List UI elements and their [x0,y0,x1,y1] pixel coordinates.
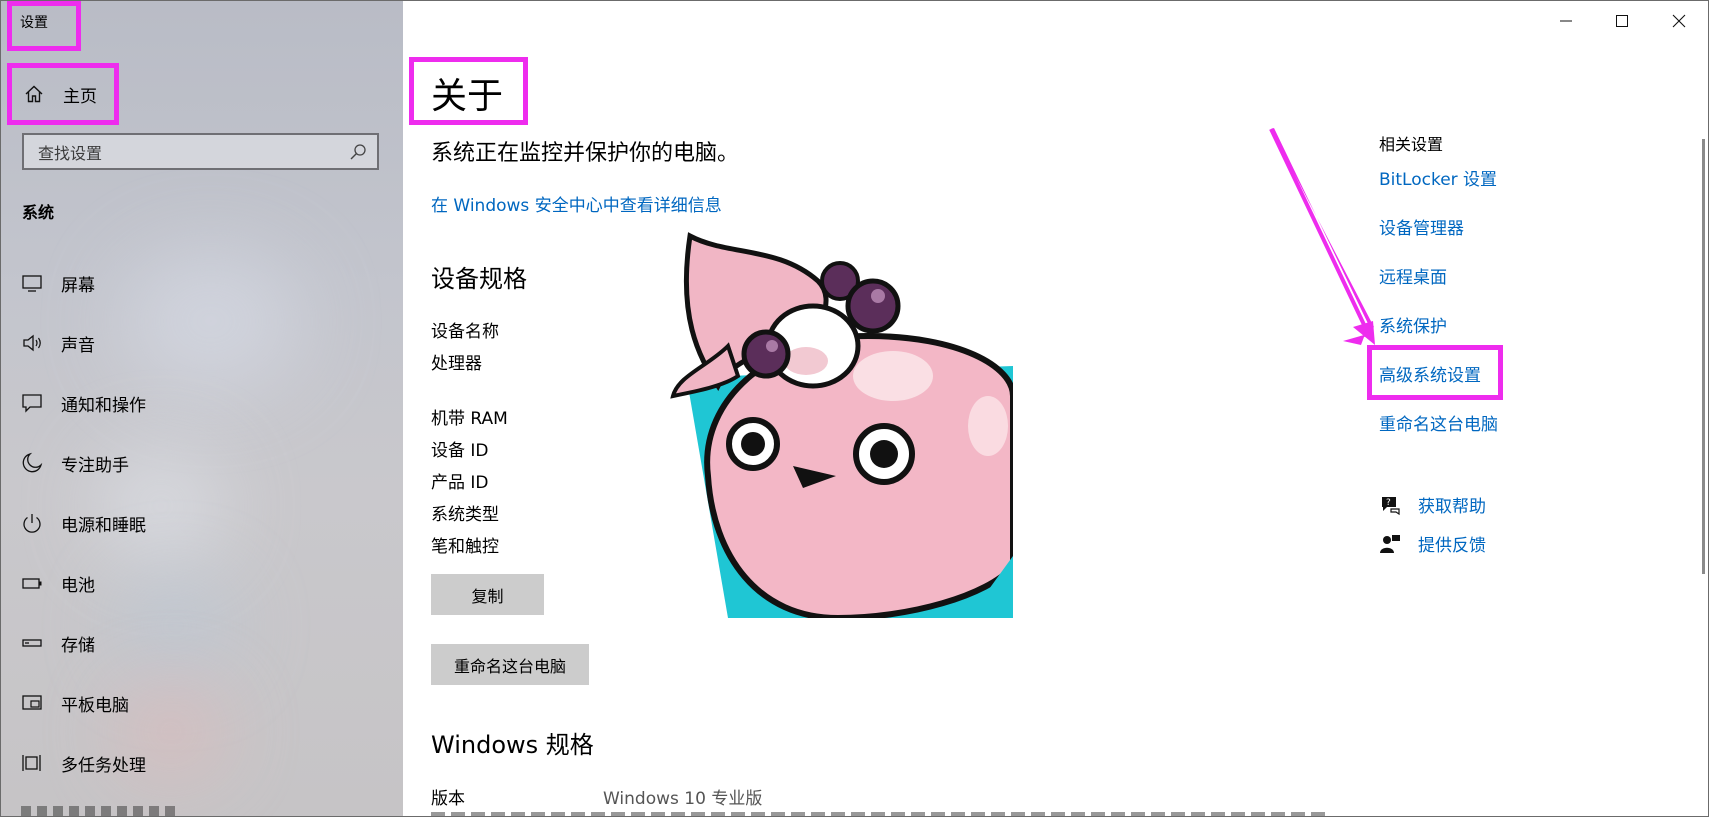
svg-text:?: ? [1386,498,1391,508]
sidebar-item-label: 电源和睡眠 [61,515,146,536]
sidebar-item-label: 存储 [61,635,95,656]
home-button[interactable]: 主页 [11,67,97,121]
rename-pc-button[interactable]: 重命名这台电脑 [431,644,589,685]
sidebar-item-multitasking[interactable]: 多任务处理 [1,738,403,788]
sidebar-item-label: 声音 [61,335,95,356]
sidebar-item-label: 通知和操作 [61,395,146,416]
home-icon [25,85,43,103]
section-title: 系统 [22,203,55,222]
sidebar-item-display[interactable]: 屏幕 [1,258,403,308]
sidebar-item-storage[interactable]: 存储 [1,618,403,668]
sidebar: 设置 主页 查找设置 系统 屏幕 声音 通知和操作 专注助手 电源和睡眠 电池 … [1,1,403,816]
advanced-system-settings-link[interactable]: 高级系统设置 [1379,361,1481,386]
multitask-icon [22,755,41,771]
main-panel: 关于 系统正在监控并保护你的电脑。 在 Windows 安全中心中查看详细信息 … [403,1,1708,816]
spec-label: 笔和触控 [431,537,499,557]
remote-desktop-link[interactable]: 远程桌面 [1379,263,1447,288]
minimize-icon [1560,20,1572,22]
page-title: 关于 [431,76,504,117]
maximize-icon [1616,15,1628,27]
give-feedback-link[interactable]: 提供反馈 [1379,531,1486,556]
maximize-button[interactable] [1599,9,1645,33]
device-manager-link[interactable]: 设备管理器 [1379,214,1464,239]
windows-specs-heading: Windows 规格 [431,731,594,759]
sidebar-item-label: 多任务处理 [61,755,146,776]
copy-button[interactable]: 复制 [431,574,544,615]
battery-icon [22,578,42,589]
sidebar-item-focus-assist[interactable]: 专注助手 [1,438,403,488]
get-help-label: 获取帮助 [1418,497,1486,517]
give-feedback-label: 提供反馈 [1418,536,1486,556]
search-icon[interactable] [349,143,367,161]
settings-window: 设置 主页 查找设置 系统 屏幕 声音 通知和操作 专注助手 电源和睡眠 电池 … [0,0,1709,817]
spec-label: 系统类型 [431,505,499,525]
rename-pc-link[interactable]: 重命名这台电脑 [1379,410,1498,435]
power-icon [23,514,41,533]
sidebar-item-power[interactable]: 电源和睡眠 [1,498,403,548]
spec-label: 设备 ID [431,441,489,461]
close-icon [1672,14,1686,28]
close-button[interactable] [1656,9,1702,33]
search-input[interactable]: 查找设置 [22,133,379,170]
storage-icon [22,639,42,647]
edition-label: 版本 [431,789,465,809]
sidebar-item-label: 平板电脑 [61,695,129,716]
sidebar-item-tablet[interactable]: 平板电脑 [1,678,403,728]
app-title: 设置 [20,15,48,31]
sidebar-item-battery[interactable]: 电池 [1,558,403,608]
related-settings-heading: 相关设置 [1379,135,1444,154]
sidebar-item-label: 屏幕 [61,275,95,296]
device-specs-heading: 设备规格 [431,265,527,293]
scrollbar[interactable] [1702,139,1705,574]
moon-icon [22,452,43,473]
get-help-link[interactable]: ? 获取帮助 [1379,492,1486,517]
search-placeholder: 查找设置 [38,143,103,163]
edition-value: Windows 10 专业版 [603,789,763,809]
feedback-icon [1380,534,1400,553]
spec-label: 机带 RAM [431,409,508,429]
spec-label: 设备名称 [431,322,499,342]
security-center-link[interactable]: 在 Windows 安全中心中查看详细信息 [431,191,722,216]
bitlocker-settings-link[interactable]: BitLocker 设置 [1379,165,1497,190]
monitor-icon [22,275,42,292]
spec-label: 产品 ID [431,473,489,493]
home-label: 主页 [63,86,97,107]
message-icon [22,394,42,413]
sidebar-item-label: 专注助手 [61,455,129,476]
sidebar-item-label: 电池 [61,575,95,596]
speaker-icon [23,334,41,352]
help-chat-icon: ? [1382,496,1400,515]
mascot-sticker-image [670,232,1013,618]
sidebar-item-sound[interactable]: 声音 [1,318,403,368]
tablet-icon [22,695,42,710]
minimize-button[interactable] [1543,9,1589,33]
system-protection-link[interactable]: 系统保护 [1379,312,1447,337]
spec-label: 处理器 [431,354,482,374]
monitor-status-text: 系统正在监控并保护你的电脑。 [431,141,740,166]
sidebar-item-notifications[interactable]: 通知和操作 [1,378,403,428]
